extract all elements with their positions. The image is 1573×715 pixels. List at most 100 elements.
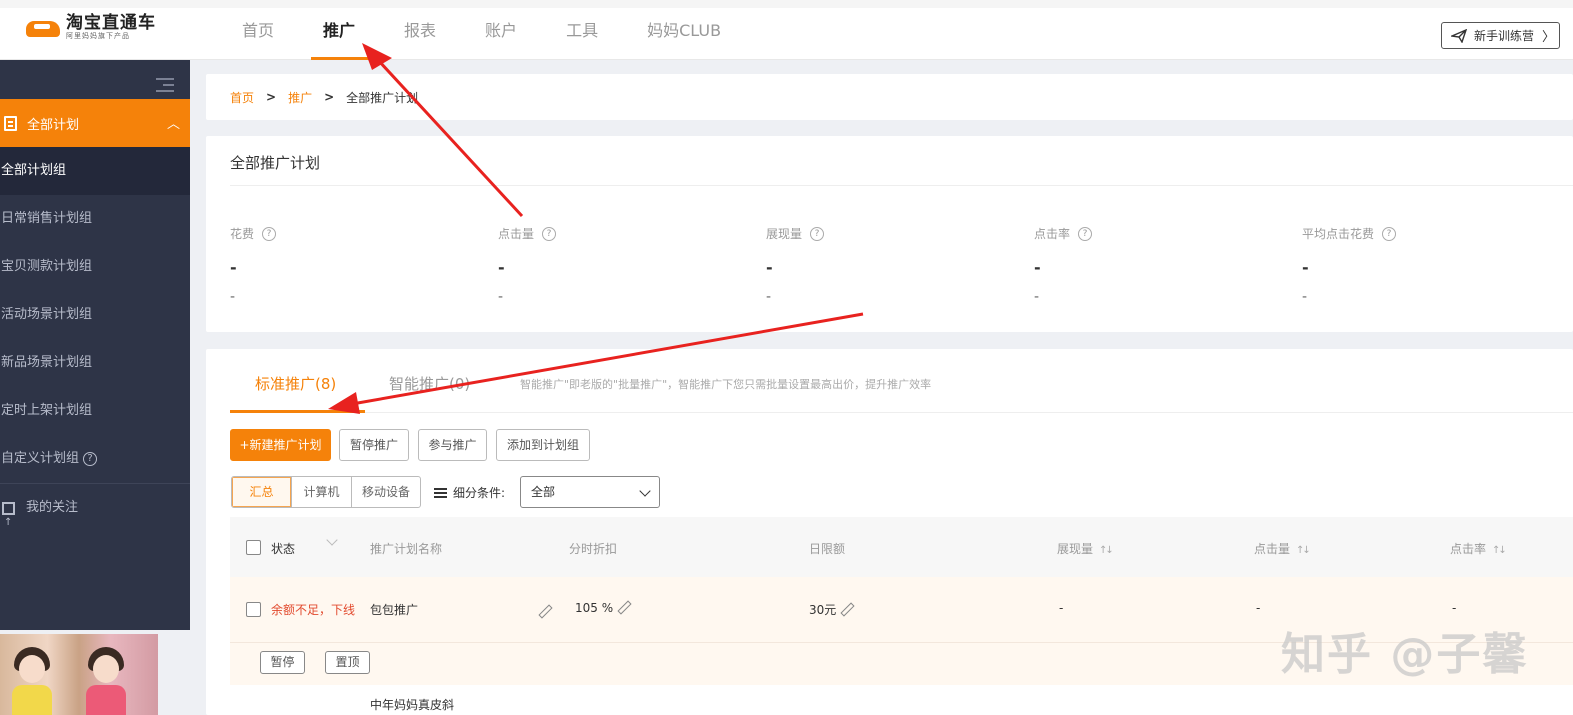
sidebar: 全部计划 ︿ 全部计划组 日常销售计划组 宝贝测款计划组 活动场景计划组 新品场… bbox=[0, 60, 190, 630]
row-impressions: - bbox=[1059, 601, 1064, 615]
row-plan-name[interactable]: 中年妈妈真皮斜 bbox=[370, 696, 454, 713]
sidebar-item-event-scene[interactable]: 活动场景计划组 bbox=[0, 291, 190, 339]
sidebar-header-all-plans[interactable]: 全部计划 ︿ bbox=[0, 99, 190, 147]
metric-avg-cpc-sub: - bbox=[1302, 289, 1308, 305]
row-pause-button[interactable]: 暂停 bbox=[260, 651, 305, 674]
sidebar-item-new-product[interactable]: 新品场景计划组 bbox=[0, 339, 190, 387]
collapse-menu-icon[interactable] bbox=[156, 78, 174, 92]
sidebar-item-product-test[interactable]: 宝贝测款计划组 bbox=[0, 243, 190, 291]
tab-smart-promo[interactable]: 智能推广(0) bbox=[389, 373, 470, 394]
metric-ctr: 点击率? - - bbox=[1034, 225, 1284, 305]
row-status: 余额不足，下线 bbox=[271, 603, 356, 617]
nav-account[interactable]: 账户 bbox=[463, 8, 539, 60]
chevron-right-icon: > bbox=[324, 90, 335, 104]
device-tab-computer[interactable]: 计算机 bbox=[292, 477, 352, 507]
tab-standard-promo[interactable]: 标准推广(8) bbox=[255, 373, 336, 394]
sidebar-item-my-follow[interactable]: 我的关注 bbox=[0, 484, 190, 547]
sidebar-item-custom[interactable]: 自定义计划组? bbox=[0, 435, 190, 483]
metric-clicks-label: 点击量 bbox=[498, 227, 535, 241]
edit-pencil-icon[interactable] bbox=[840, 603, 852, 615]
row-discount-value: 105 % bbox=[575, 601, 614, 615]
sidebar-list: 全部计划组 日常销售计划组 宝贝测款计划组 活动场景计划组 新品场景计划组 定时… bbox=[0, 147, 190, 547]
nav-tools[interactable]: 工具 bbox=[544, 8, 620, 60]
metric-avg-cpc-label: 平均点击花费 bbox=[1302, 227, 1375, 241]
row-daily-limit: 30元 bbox=[809, 601, 852, 618]
sort-icon: ↑↓ bbox=[1296, 545, 1311, 556]
edit-pencil-icon[interactable] bbox=[617, 601, 629, 613]
chevron-up-icon[interactable]: ︿ bbox=[167, 113, 180, 132]
logo-title: 淘宝直通车 bbox=[66, 13, 156, 33]
filter-label: 细分条件: bbox=[434, 484, 505, 501]
help-icon[interactable]: ? bbox=[810, 226, 825, 241]
metric-avg-cpc: 平均点击花费? - - bbox=[1302, 225, 1552, 305]
metric-ctr-label: 点击率 bbox=[1034, 227, 1071, 241]
nav-home[interactable]: 首页 bbox=[220, 8, 296, 60]
girl-figure-left bbox=[6, 645, 58, 715]
sidebar-ad-image[interactable] bbox=[0, 634, 158, 715]
main-nav: 首页 推广 报表 账户 工具 妈妈CLUB bbox=[220, 8, 748, 60]
overview-panel: 全部推广计划 花费? - - 点击量? - - 展现量? - - 点击率? - … bbox=[206, 136, 1573, 332]
logo-subtitle: 阿里妈妈旗下产品 bbox=[66, 32, 130, 40]
breadcrumb-current: 全部推广计划 bbox=[346, 90, 419, 105]
row-pin-button[interactable]: 置顶 bbox=[325, 651, 370, 674]
add-to-group-button[interactable]: 添加到计划组 bbox=[496, 429, 590, 461]
col-impressions-label: 展现量 bbox=[1057, 542, 1094, 556]
metric-ctr-value: - bbox=[1034, 258, 1041, 277]
nav-reports[interactable]: 报表 bbox=[382, 8, 458, 60]
row-clicks: - bbox=[1256, 601, 1261, 615]
sidebar-item-scheduled[interactable]: 定时上架计划组 bbox=[0, 387, 190, 435]
nav-promotion[interactable]: 推广 bbox=[301, 8, 377, 60]
col-clicks[interactable]: 点击量 ↑↓ bbox=[1254, 540, 1311, 557]
new-plan-button[interactable]: +新建推广计划 bbox=[230, 429, 331, 461]
edit-pencil-icon[interactable] bbox=[538, 605, 550, 617]
help-icon[interactable]: ? bbox=[83, 452, 98, 466]
row-checkbox[interactable] bbox=[246, 602, 261, 617]
device-tab-mobile[interactable]: 移动设备 bbox=[352, 477, 420, 507]
metric-cost-value: - bbox=[230, 258, 237, 277]
metric-clicks-sub: - bbox=[498, 289, 504, 305]
col-status: 状态 bbox=[271, 542, 296, 556]
help-icon[interactable]: ? bbox=[262, 226, 277, 241]
col-clicks-label: 点击量 bbox=[1254, 542, 1291, 556]
col-plan-name: 推广计划名称 bbox=[370, 542, 443, 556]
sidebar-follow-label: 我的关注 bbox=[26, 500, 79, 515]
col-impressions[interactable]: 展现量 ↑↓ bbox=[1057, 540, 1114, 557]
document-icon bbox=[4, 115, 17, 131]
sidebar-item-all-groups[interactable]: 全部计划组 bbox=[0, 147, 190, 195]
col-time-discount: 分时折扣 bbox=[569, 542, 618, 556]
metric-impressions-value: - bbox=[766, 258, 773, 277]
breadcrumb-home[interactable]: 首页 bbox=[230, 89, 254, 106]
trainer-camp-button[interactable]: 新手训练营 〉 bbox=[1441, 22, 1560, 49]
sidebar-header-label: 全部计划 bbox=[27, 117, 80, 133]
metric-ctr-sub: - bbox=[1034, 289, 1040, 305]
help-icon[interactable]: ? bbox=[1382, 226, 1397, 241]
nav-mama-club[interactable]: 妈妈CLUB bbox=[625, 8, 743, 60]
top-bar: 淘宝直通车 阿里妈妈旗下产品 首页 推广 报表 账户 工具 妈妈CLUB 新手训… bbox=[0, 0, 1573, 60]
girl-figure-right bbox=[80, 645, 132, 715]
metric-impressions-sub: - bbox=[766, 289, 772, 305]
paper-plane-icon bbox=[1451, 28, 1467, 43]
active-tab-underline bbox=[230, 410, 365, 413]
col-ctr[interactable]: 点击率 ↑↓ bbox=[1450, 540, 1507, 557]
zhihu-watermark: 知乎 @子馨 bbox=[1281, 629, 1529, 680]
pause-promo-button[interactable]: 暂停推广 bbox=[339, 429, 409, 461]
row-ctr: - bbox=[1452, 601, 1457, 615]
metric-cost-sub: - bbox=[230, 289, 236, 305]
sort-icon: ↑↓ bbox=[1492, 545, 1507, 556]
filter-select[interactable]: 全部 bbox=[520, 476, 660, 508]
select-all-checkbox[interactable] bbox=[246, 540, 261, 555]
smart-promo-hint: 智能推广"即老版的"批量推广"，智能推广下您只需批量设置最高出价，提升推广效率 bbox=[520, 378, 932, 391]
help-icon[interactable]: ? bbox=[1078, 226, 1093, 241]
sidebar-item-daily-sales[interactable]: 日常销售计划组 bbox=[0, 195, 190, 243]
list-icon bbox=[434, 487, 447, 498]
col-ctr-label: 点击率 bbox=[1450, 542, 1487, 556]
device-tab-summary[interactable]: 汇总 bbox=[232, 477, 292, 507]
help-icon[interactable]: ? bbox=[542, 226, 557, 241]
chevron-down-icon[interactable] bbox=[326, 534, 338, 546]
logo[interactable]: 淘宝直通车 阿里妈妈旗下产品 bbox=[26, 14, 156, 41]
join-promo-button[interactable]: 参与推广 bbox=[418, 429, 487, 461]
row-plan-name[interactable]: 包包推广 bbox=[370, 601, 418, 618]
breadcrumb: 首页 > 推广 > 全部推广计划 bbox=[206, 74, 1573, 120]
metric-impressions: 展现量? - - bbox=[766, 225, 1016, 305]
breadcrumb-promotion[interactable]: 推广 bbox=[288, 89, 312, 106]
